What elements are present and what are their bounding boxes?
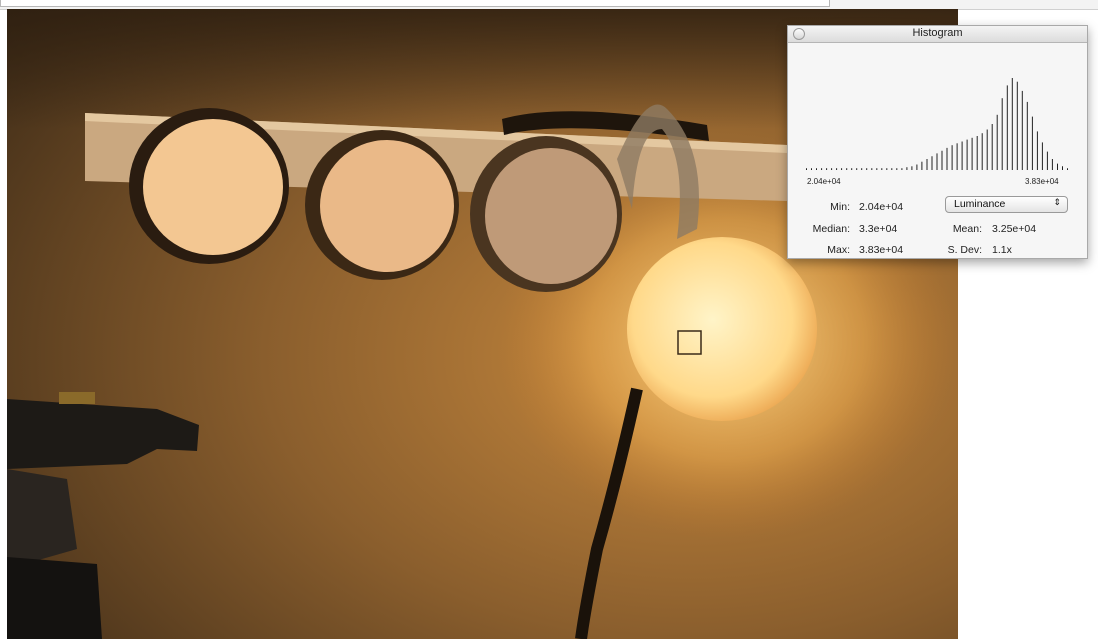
updown-arrows-icon: ⇕ xyxy=(1053,197,1061,207)
min-value: 2.04e+04 xyxy=(859,201,904,213)
mean-label: Mean: xyxy=(952,223,982,235)
mean-value: 3.25e+04 xyxy=(992,223,1037,235)
min-label: Min: xyxy=(830,201,850,213)
sdev-label: S. Dev: xyxy=(947,244,982,256)
max-label: Max: xyxy=(827,244,850,256)
median-label: Median: xyxy=(812,223,850,235)
histogram-titlebar[interactable]: Histogram xyxy=(788,26,1087,43)
channel-select[interactable]: Luminance ⇕ xyxy=(945,196,1068,213)
histogram-axis-max: 3.83e+04 xyxy=(1025,177,1059,186)
sdev-value: 1.1x xyxy=(992,244,1012,256)
median-value: 3.3e+04 xyxy=(859,223,898,235)
address-field[interactable] xyxy=(0,0,830,7)
histogram-panel: 2.04e+04 3.83e+04 Luminance ⇕ Min: 2.04e… xyxy=(788,43,1087,258)
histogram-plot xyxy=(806,78,1068,170)
histogram-title: Histogram xyxy=(912,27,963,39)
histogram-window: Histogram 2.04e+04 3.83e+04 Luminance ⇕ … xyxy=(787,25,1088,259)
channel-select-value: Luminance xyxy=(954,198,1006,210)
max-value: 3.83e+04 xyxy=(859,244,904,256)
histogram-axis-min: 2.04e+04 xyxy=(807,177,841,186)
